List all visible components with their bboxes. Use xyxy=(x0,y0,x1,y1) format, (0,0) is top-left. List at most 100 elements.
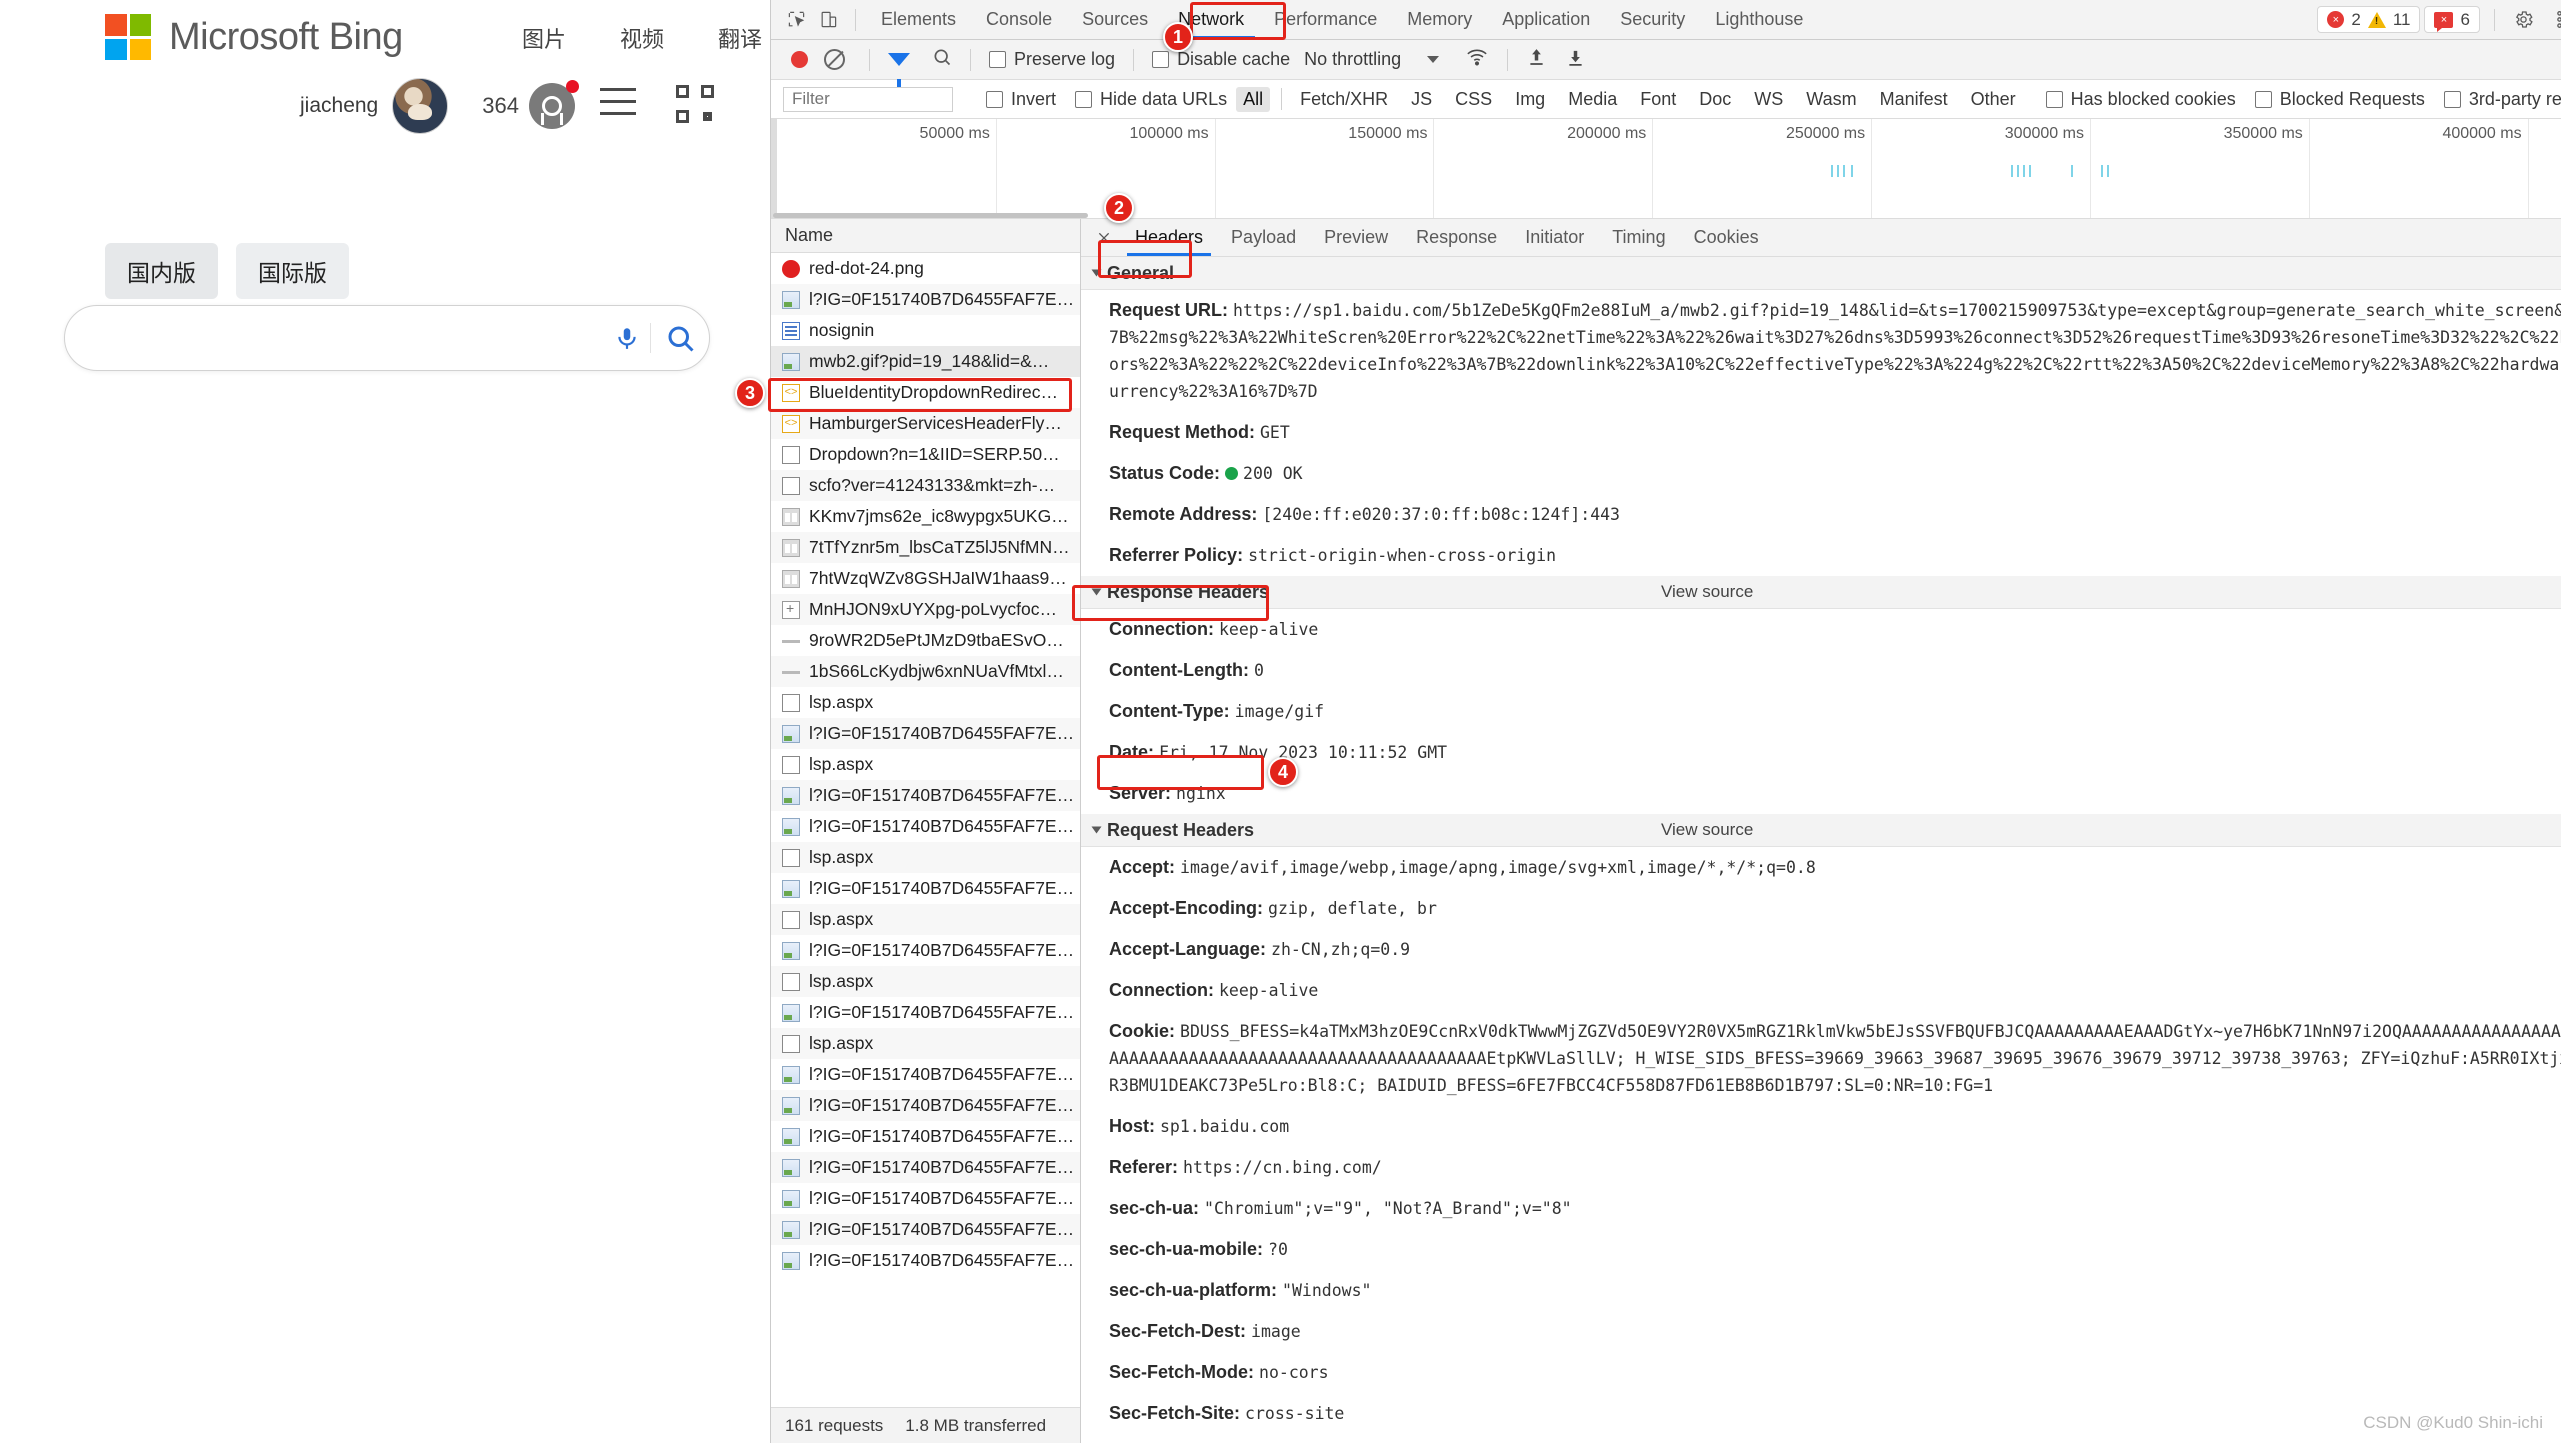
disable-cache-toggle[interactable]: Disable cache xyxy=(1152,49,1290,70)
edition-tab-international[interactable]: 国际版 xyxy=(236,243,349,299)
search-icon[interactable] xyxy=(651,323,709,353)
tab-memory[interactable]: Memory xyxy=(1392,0,1487,39)
tab-sources[interactable]: Sources xyxy=(1067,0,1163,39)
request-row[interactable]: l?IG=0F151740B7D6455FAF7E… xyxy=(771,1214,1080,1245)
third-party-requests-toggle[interactable]: 3rd-party requests xyxy=(2443,89,2561,110)
blocked-requests-toggle[interactable]: Blocked Requests xyxy=(2254,89,2425,110)
more-options-icon[interactable] xyxy=(2545,5,2561,35)
request-row[interactable]: <> HamburgerServicesHeaderFly… xyxy=(771,408,1080,439)
record-button-icon[interactable] xyxy=(791,51,808,68)
request-row[interactable]: l?IG=0F151740B7D6455FAF7E… xyxy=(771,1121,1080,1152)
request-row[interactable]: l?IG=0F151740B7D6455FAF7E… xyxy=(771,1059,1080,1090)
request-row[interactable]: l?IG=0F151740B7D6455FAF7E… xyxy=(771,1183,1080,1214)
settings-gear-icon[interactable] xyxy=(2509,5,2539,35)
type-filter-img[interactable]: Img xyxy=(1508,87,1552,112)
nav-videos[interactable]: 视频 xyxy=(593,22,691,54)
hide-data-urls-toggle[interactable]: Hide data URLs xyxy=(1075,89,1227,110)
overview-scrollbar[interactable] xyxy=(773,213,1088,218)
search-icon[interactable] xyxy=(932,47,952,72)
section-header-request-headers[interactable]: Request Headers View source xyxy=(1081,814,2561,847)
message-counter[interactable]: × 6 xyxy=(2424,6,2480,33)
throttling-select[interactable]: No throttling xyxy=(1304,49,1401,70)
tab-lighthouse[interactable]: Lighthouse xyxy=(1700,0,1818,39)
request-row[interactable]: Dropdown?n=1&IID=SERP.50… xyxy=(771,439,1080,470)
filter-icon[interactable] xyxy=(888,53,910,87)
request-row[interactable]: lsp.aspx xyxy=(771,904,1080,935)
request-row[interactable]: lsp.aspx xyxy=(771,966,1080,997)
type-filter-all[interactable]: All xyxy=(1236,86,1271,112)
tab-elements[interactable]: Elements xyxy=(866,0,971,39)
request-row[interactable]: 7htWzqWZv8GSHJaIW1haas9… xyxy=(771,563,1080,594)
inspect-element-icon[interactable] xyxy=(781,5,811,35)
request-list-header[interactable]: Name xyxy=(771,219,1080,253)
checkbox-icon[interactable] xyxy=(1075,90,1093,108)
request-row[interactable]: l?IG=0F151740B7D6455FAF7E… xyxy=(771,997,1080,1028)
checkbox-icon[interactable] xyxy=(2443,90,2461,108)
export-har-icon[interactable] xyxy=(1565,46,1586,73)
request-row[interactable]: nosignin xyxy=(771,315,1080,346)
tab-payload[interactable]: Payload xyxy=(1217,219,1310,256)
request-row[interactable]: <> BlueIdentityDropdownRedirec… xyxy=(771,377,1080,408)
request-row[interactable]: scfo?ver=41243133&mkt=zh-… xyxy=(771,470,1080,501)
request-rows[interactable]: red-dot-24.png l?IG=0F151740B7D6455FAF7E…… xyxy=(771,253,1080,1407)
nav-images[interactable]: 图片 xyxy=(495,22,593,54)
chevron-down-icon[interactable] xyxy=(1091,826,1102,834)
tab-security[interactable]: Security xyxy=(1605,0,1700,39)
type-filter-fetch-xhr[interactable]: Fetch/XHR xyxy=(1293,87,1395,112)
type-filter-media[interactable]: Media xyxy=(1561,87,1624,112)
type-filter-css[interactable]: CSS xyxy=(1448,87,1499,112)
edition-tab-domestic[interactable]: 国内版 xyxy=(105,243,218,299)
type-filter-doc[interactable]: Doc xyxy=(1692,87,1738,112)
microphone-icon[interactable] xyxy=(604,325,650,351)
hamburger-menu-icon[interactable] xyxy=(600,88,636,124)
rewards-area[interactable]: 364 xyxy=(482,80,579,129)
type-filter-wasm[interactable]: Wasm xyxy=(1799,87,1863,112)
checkbox-icon[interactable] xyxy=(2045,90,2063,108)
section-header-general[interactable]: General xyxy=(1081,257,2561,290)
section-header-response-headers[interactable]: Response Headers View source xyxy=(1081,576,2561,609)
request-row[interactable]: red-dot-24.png xyxy=(771,253,1080,284)
invert-toggle[interactable]: Invert xyxy=(986,89,1056,110)
tab-performance[interactable]: Performance xyxy=(1259,0,1392,39)
tab-initiator[interactable]: Initiator xyxy=(1511,219,1598,256)
request-row[interactable]: lsp.aspx xyxy=(771,842,1080,873)
request-row[interactable]: 7tTfYznr5m_lbsCaTZ5lJ5NfMN… xyxy=(771,532,1080,563)
type-filter-other[interactable]: Other xyxy=(1964,87,2023,112)
qr-code-icon[interactable] xyxy=(676,85,714,123)
preserve-log-toggle[interactable]: Preserve log xyxy=(989,49,1115,70)
rewards-icon[interactable] xyxy=(528,80,579,129)
request-row[interactable]: l?IG=0F151740B7D6455FAF7E… xyxy=(771,780,1080,811)
request-row[interactable]: MnHJON9xUYXpg-poLvycfoc… xyxy=(771,594,1080,625)
checkbox-icon[interactable] xyxy=(989,51,1006,68)
avatar[interactable] xyxy=(392,78,449,134)
request-row[interactable]: l?IG=0F151740B7D6455FAF7E… xyxy=(771,1090,1080,1121)
filter-input[interactable] xyxy=(783,86,953,112)
request-row[interactable]: 1bS66LcKydbjw6xnNUaVfMtxl… xyxy=(771,656,1080,687)
request-row[interactable]: l?IG=0F151740B7D6455FAF7E… xyxy=(771,873,1080,904)
type-filter-manifest[interactable]: Manifest xyxy=(1873,87,1955,112)
request-row[interactable]: l?IG=0F151740B7D6455FAF7E… xyxy=(771,811,1080,842)
tab-console[interactable]: Console xyxy=(971,0,1067,39)
tab-headers[interactable]: Headers xyxy=(1121,219,1217,256)
request-row[interactable]: l?IG=0F151740B7D6455FAF7E… xyxy=(771,1245,1080,1276)
request-row[interactable]: KKmv7jms62e_ic8wypgx5UKG… xyxy=(771,501,1080,532)
tab-cookies[interactable]: Cookies xyxy=(1680,219,1773,256)
type-filter-js[interactable]: JS xyxy=(1404,87,1439,112)
type-filter-ws[interactable]: WS xyxy=(1747,87,1790,112)
network-conditions-icon[interactable] xyxy=(1465,46,1489,73)
tab-response[interactable]: Response xyxy=(1402,219,1511,256)
tab-preview[interactable]: Preview xyxy=(1310,219,1402,256)
checkbox-icon[interactable] xyxy=(1152,51,1170,68)
close-details-icon[interactable] xyxy=(1089,223,1119,253)
chevron-down-icon[interactable] xyxy=(1427,56,1440,63)
search-input[interactable] xyxy=(65,306,604,370)
issue-counters[interactable]: × 2 11 xyxy=(2317,6,2421,33)
request-row[interactable]: l?IG=0F151740B7D6455FAF7E… xyxy=(771,284,1080,315)
checkbox-icon[interactable] xyxy=(2254,90,2272,108)
clear-icon[interactable] xyxy=(824,49,845,70)
checkbox-icon[interactable] xyxy=(986,90,1003,108)
request-row[interactable]: 9roWR2D5ePtJMzD9tbaESvO… xyxy=(771,625,1080,656)
import-har-icon[interactable] xyxy=(1526,46,1547,73)
request-row[interactable]: l?IG=0F151740B7D6455FAF7E… xyxy=(771,935,1080,966)
request-row[interactable]: lsp.aspx xyxy=(771,1028,1080,1059)
